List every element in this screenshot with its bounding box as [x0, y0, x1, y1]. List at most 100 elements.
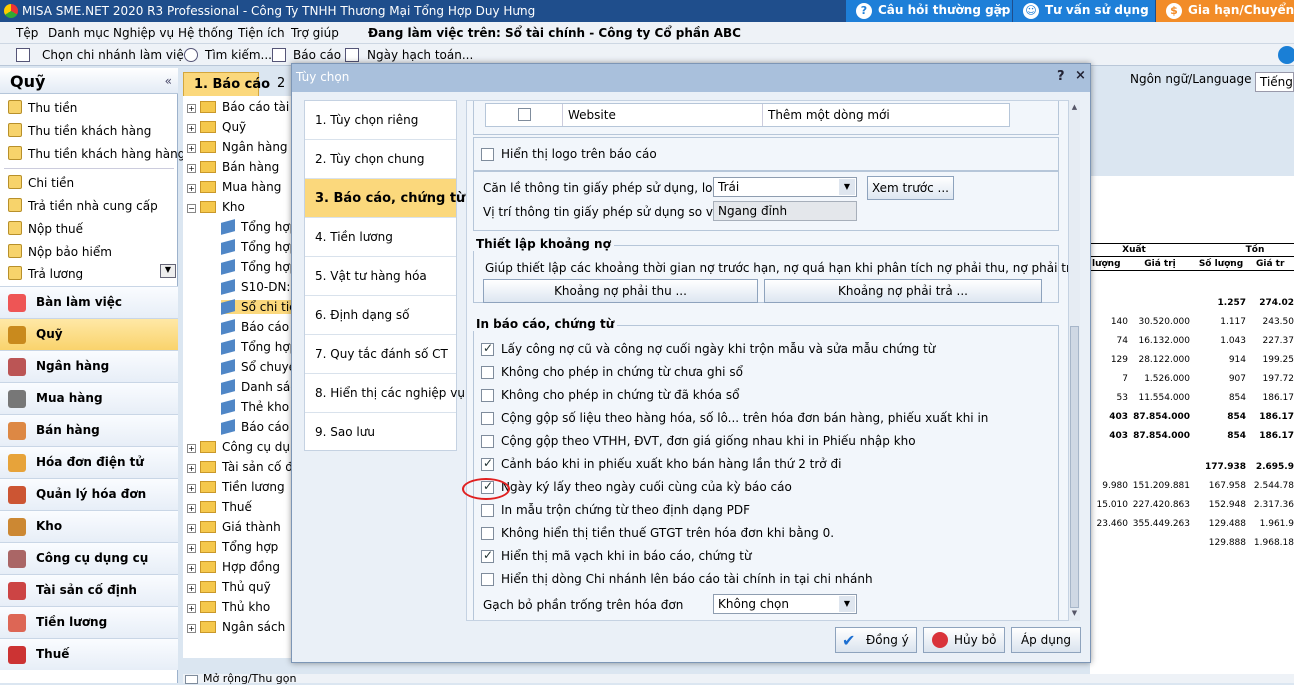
left-item-thu-tien[interactable]: Thu tiền	[8, 100, 77, 115]
choose-branch-button[interactable]: Chọn chi nhánh làm việc	[42, 48, 190, 62]
tree-node[interactable]: + Mua hàng	[187, 180, 281, 194]
strike-select[interactable]: Không chọn ▼	[713, 594, 857, 614]
website-row-checkbox[interactable]	[518, 108, 531, 121]
module-ban-lam-viec[interactable]: Bàn làm việc	[0, 286, 178, 318]
tree-node[interactable]: +Công cụ dụng	[187, 440, 294, 454]
print-option-checkbox[interactable]	[481, 456, 494, 471]
module-mua-hang[interactable]: Mua hàng	[0, 382, 178, 414]
search-button[interactable]: Tìm kiếm...	[205, 48, 272, 62]
tree-node[interactable]: + Bán hàng	[187, 160, 279, 174]
module-ban-hang[interactable]: Bán hàng	[0, 414, 178, 446]
left-item-thu-tien-kh[interactable]: Thu tiền khách hàng	[8, 123, 151, 138]
tree-node[interactable]: + Thủ kho	[187, 600, 270, 614]
tree-leaf[interactable]: Danh sách	[221, 379, 294, 395]
print-option-checkbox[interactable]	[481, 573, 494, 586]
tree-node[interactable]: + Ngân hàng	[187, 140, 288, 154]
tree-leaf[interactable]: Tổng hợp	[221, 239, 294, 255]
accounting-date-button[interactable]: Ngày hạch toán...	[367, 48, 473, 62]
collapse-icon[interactable]: «	[165, 74, 172, 88]
content-scrollbar[interactable]: ▲ ▼	[1068, 100, 1080, 621]
left-item-thu-tien-kh-hang-loat[interactable]: Thu tiền khách hàng hàng l...	[8, 146, 204, 161]
language-select[interactable]: Tiếng V	[1255, 72, 1294, 92]
receivable-button[interactable]: Khoảng nợ phải thu ...	[483, 279, 758, 303]
left-item-nop-thue[interactable]: Nộp thuế	[8, 221, 83, 236]
module-hoa-don-dien-tu[interactable]: Hóa đơn điện tử	[0, 446, 178, 478]
nav-tien-luong[interactable]: 4. Tiền lương	[305, 218, 456, 257]
left-item-tra-luong[interactable]: Trả lương	[8, 266, 83, 280]
tree-leaf[interactable]: Tổng hợp	[221, 339, 294, 355]
nav-tuy-chon-chung[interactable]: 2. Tùy chọn chung	[305, 140, 456, 179]
tree-leaf[interactable]: Tổng hợp	[221, 219, 294, 235]
nav-quy-tac-danh-so[interactable]: 7. Quy tắc đánh số CT	[305, 335, 456, 374]
add-row-cell[interactable]: Thêm một dòng mới	[768, 108, 890, 122]
module-cong-cu-dung-cu[interactable]: Công cụ dụng cụ	[0, 542, 178, 574]
menu-help[interactable]: Trợ giúp	[291, 26, 339, 40]
scroll-thumb[interactable]	[1070, 326, 1079, 608]
nav-dinh-dang-so[interactable]: 6. Định dạng số	[305, 296, 456, 335]
print-option-checkbox[interactable]	[481, 504, 494, 517]
tree-leaf[interactable]: Báo cáo ti	[221, 319, 294, 335]
nav-bao-cao-chung-tu[interactable]: 3. Báo cáo, chứng từ	[305, 179, 465, 218]
tree-leaf[interactable]: Sổ chuyển	[221, 359, 294, 375]
menu-file[interactable]: Tệp	[16, 26, 38, 40]
tree-node[interactable]: + Thủ quỹ	[187, 580, 271, 594]
renew-button[interactable]: $Gia hạn/Chuyển gói	[1156, 0, 1294, 22]
print-option-checkbox[interactable]	[481, 527, 494, 540]
cancel-button[interactable]: Hủy bỏ	[923, 627, 1005, 653]
module-kho[interactable]: Kho	[0, 510, 178, 542]
tree-leaf[interactable]: S10-DN: S	[221, 279, 294, 295]
menu-operations[interactable]: Nghiệp vụ	[113, 26, 174, 40]
print-option-checkbox[interactable]	[481, 435, 494, 448]
nav-hien-thi-nghiep-vu[interactable]: 8. Hiển thị các nghiệp vụ	[305, 374, 465, 413]
module-tai-san-co-dinh[interactable]: Tài sản cố định	[0, 574, 178, 606]
ok-button[interactable]: ✔ Đồng ý	[835, 627, 917, 653]
print-option-checkbox[interactable]	[481, 548, 494, 563]
left-item-nop-bao-hiem[interactable]: Nộp bảo hiểm	[8, 244, 112, 259]
module-tien-luong[interactable]: Tiền lương	[0, 606, 178, 638]
module-quy[interactable]: Quỹ	[0, 318, 178, 350]
module-quan-ly-hoa-don[interactable]: Quản lý hóa đơn	[0, 478, 178, 510]
tree-leaf[interactable]: Báo cáo tổ	[221, 419, 294, 435]
tree-node[interactable]: + Tiền lương	[187, 480, 285, 494]
print-option-checkbox[interactable]	[481, 341, 494, 356]
tree-node[interactable]: +Báo cáo tài ch	[187, 100, 294, 114]
tree-leaf-selected[interactable]: Sổ chi tiết	[221, 299, 294, 315]
print-option-checkbox[interactable]	[481, 366, 494, 379]
tree-node[interactable]: + Quỹ	[187, 120, 246, 134]
tree-node[interactable]: +Tài sản cố định	[187, 460, 294, 474]
tree-node[interactable]: + Tổng hợp	[187, 540, 278, 554]
faq-button[interactable]: ? Câu hỏi thường gặp ⌄	[846, 0, 1012, 22]
preview-button[interactable]: Xem trước ...	[867, 176, 954, 200]
tree-leaf[interactable]: Tổng hợp	[221, 259, 294, 275]
scroll-down-icon[interactable]: ▼	[160, 264, 176, 278]
module-ngan-hang[interactable]: Ngân hàng	[0, 350, 178, 382]
show-logo-checkbox[interactable]	[481, 148, 494, 161]
left-item-tra-tien-ncc[interactable]: Trả tiền nhà cung cấp	[8, 198, 158, 213]
help-icon[interactable]: ?	[1057, 69, 1065, 84]
tree-node[interactable]: + Ngân sách	[187, 620, 285, 634]
menu-system[interactable]: Hệ thống	[178, 26, 233, 40]
tab-bao-cao[interactable]: 1. Báo cáo	[183, 72, 270, 96]
nav-vat-tu-hang-hoa[interactable]: 5. Vật tư hàng hóa	[305, 257, 456, 296]
apply-button[interactable]: Áp dụng	[1011, 627, 1081, 653]
help-globe-icon[interactable]	[1278, 46, 1294, 64]
tree-node[interactable]: + Hợp đồng	[187, 560, 280, 574]
print-option-checkbox[interactable]	[481, 389, 494, 402]
payable-button[interactable]: Khoảng nợ phải trả ...	[764, 279, 1042, 303]
tree-node[interactable]: + Giá thành	[187, 520, 281, 534]
print-option-checkbox[interactable]	[481, 412, 494, 425]
tree-node[interactable]: − Kho	[187, 200, 245, 214]
menu-catalog[interactable]: Danh mục	[48, 26, 110, 40]
nav-sao-luu[interactable]: 9. Sao lưu	[305, 413, 456, 452]
align-select[interactable]: Trái ▼	[713, 177, 857, 197]
tree-node[interactable]: + Thuế	[187, 500, 252, 514]
scroll-down-icon[interactable]: ▼	[1070, 608, 1079, 618]
scroll-up-icon[interactable]: ▲	[1070, 102, 1079, 112]
left-item-chi-tien[interactable]: Chi tiền	[8, 175, 74, 190]
module-thue[interactable]: Thuế	[0, 638, 178, 670]
close-icon[interactable]: ×	[1075, 68, 1086, 83]
consult-button[interactable]: ☺ Tư vấn sử dụng ⌄	[1013, 0, 1155, 22]
tree-leaf[interactable]: Thẻ kho (S	[221, 399, 294, 415]
menu-utilities[interactable]: Tiện ích	[238, 26, 285, 40]
report-button[interactable]: Báo cáo	[293, 48, 341, 62]
